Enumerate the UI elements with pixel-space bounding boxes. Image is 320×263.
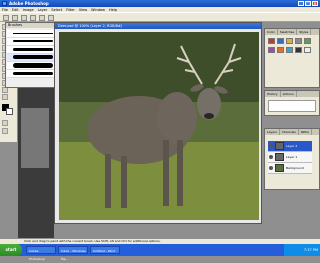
style-swatch[interactable] bbox=[277, 38, 284, 44]
style-swatch[interactable] bbox=[268, 47, 275, 53]
brush-preset[interactable] bbox=[7, 62, 61, 70]
visibility-eye-icon[interactable] bbox=[269, 144, 273, 148]
visibility-eye-icon[interactable] bbox=[269, 166, 273, 170]
minimize-button[interactable]: _ bbox=[298, 1, 304, 6]
layer-row-background[interactable]: Background bbox=[268, 163, 312, 174]
tab-swatches[interactable]: Swatches bbox=[278, 29, 298, 35]
brush-preset-selected[interactable] bbox=[7, 54, 61, 62]
maximize-button[interactable]: □ bbox=[305, 1, 311, 6]
style-swatch[interactable] bbox=[286, 47, 293, 53]
background-color-swatch[interactable] bbox=[6, 108, 13, 115]
menu-select[interactable]: Select bbox=[49, 8, 64, 12]
taskbar-item[interactable]: Inbox - Windows Ma... bbox=[58, 246, 88, 261]
brush-preset[interactable] bbox=[7, 30, 61, 38]
airbrush-button[interactable] bbox=[48, 15, 54, 21]
quick-mask-icon[interactable] bbox=[2, 120, 8, 126]
tab-layers[interactable]: Layers bbox=[265, 129, 280, 135]
layer-name: Layer 2 bbox=[286, 144, 298, 148]
layer-row-layer-2[interactable]: Layer 2 bbox=[268, 141, 312, 152]
menu-layer[interactable]: Layer bbox=[36, 8, 50, 12]
menu-image[interactable]: Image bbox=[21, 8, 36, 12]
menu-filter[interactable]: Filter bbox=[64, 8, 77, 12]
history-list[interactable] bbox=[268, 100, 316, 112]
screen-mode-icon[interactable] bbox=[2, 128, 8, 134]
window-title: Adobe Photoshop bbox=[9, 1, 49, 6]
mode-button[interactable] bbox=[21, 15, 27, 21]
tab-history[interactable]: History bbox=[265, 91, 281, 97]
history-panel: History Actions bbox=[264, 90, 320, 116]
style-swatch[interactable] bbox=[286, 38, 293, 44]
menu-window[interactable]: Window bbox=[89, 8, 107, 12]
layer-row-layer-1[interactable]: Layer 1 bbox=[268, 152, 312, 163]
layers-panel: Layers Channels Paths Layer 2 Layer 1 Ba… bbox=[264, 128, 320, 190]
style-swatch[interactable] bbox=[295, 47, 302, 53]
menu-file[interactable]: File bbox=[0, 8, 10, 12]
close-button[interactable]: × bbox=[312, 1, 318, 6]
tab-actions[interactable]: Actions bbox=[281, 91, 297, 97]
style-swatch[interactable] bbox=[268, 38, 275, 44]
title-bar: Adobe Photoshop _ □ × bbox=[0, 0, 320, 7]
style-swatch[interactable] bbox=[295, 38, 302, 44]
brush-preset[interactable] bbox=[7, 70, 61, 78]
layer-thumbnail bbox=[275, 153, 284, 161]
tab-paths[interactable]: Paths bbox=[299, 129, 312, 135]
flow-button[interactable] bbox=[39, 15, 45, 21]
menu-view[interactable]: View bbox=[77, 8, 89, 12]
start-button[interactable]: start bbox=[0, 244, 22, 256]
layer-thumbnail bbox=[275, 142, 284, 150]
menu-edit[interactable]: Edit bbox=[10, 8, 21, 12]
type-tool-icon[interactable] bbox=[2, 94, 8, 100]
style-swatch[interactable] bbox=[277, 47, 284, 53]
system-clock: 7:37 PM bbox=[284, 244, 320, 256]
menu-help[interactable]: Help bbox=[107, 8, 119, 12]
options-bar bbox=[0, 12, 320, 22]
photoshop-app-icon bbox=[2, 1, 7, 6]
brush-preset[interactable] bbox=[7, 38, 61, 46]
tool-preset-button[interactable] bbox=[3, 15, 9, 21]
layer-thumbnail bbox=[275, 164, 284, 172]
swatches-panel: Color Swatches Styles bbox=[264, 28, 320, 88]
style-swatch[interactable] bbox=[304, 38, 311, 44]
navigator-preview bbox=[18, 88, 54, 238]
layer-name: Background bbox=[286, 166, 304, 170]
document-title: Deer.psd @ 100% (Layer 2, RGB/8#) bbox=[55, 23, 261, 29]
brush-picker-button[interactable] bbox=[12, 15, 18, 21]
image-canvas[interactable] bbox=[59, 32, 259, 220]
taskbar-item[interactable]: Untitled - Paint bbox=[90, 246, 120, 254]
visibility-eye-icon[interactable] bbox=[269, 155, 273, 159]
layer-name: Layer 1 bbox=[286, 155, 298, 159]
tab-channels[interactable]: Channels bbox=[280, 129, 299, 135]
style-swatch[interactable] bbox=[304, 47, 311, 53]
tab-color[interactable]: Color bbox=[265, 29, 278, 35]
opacity-button[interactable] bbox=[30, 15, 36, 21]
document-window: Deer.psd @ 100% (Layer 2, RGB/8#) bbox=[54, 22, 262, 224]
deer-photo bbox=[59, 32, 259, 220]
tab-styles[interactable]: Styles bbox=[297, 29, 312, 35]
brush-preset[interactable] bbox=[7, 46, 61, 54]
taskbar-item[interactable]: Adobe Photoshop bbox=[26, 246, 56, 261]
